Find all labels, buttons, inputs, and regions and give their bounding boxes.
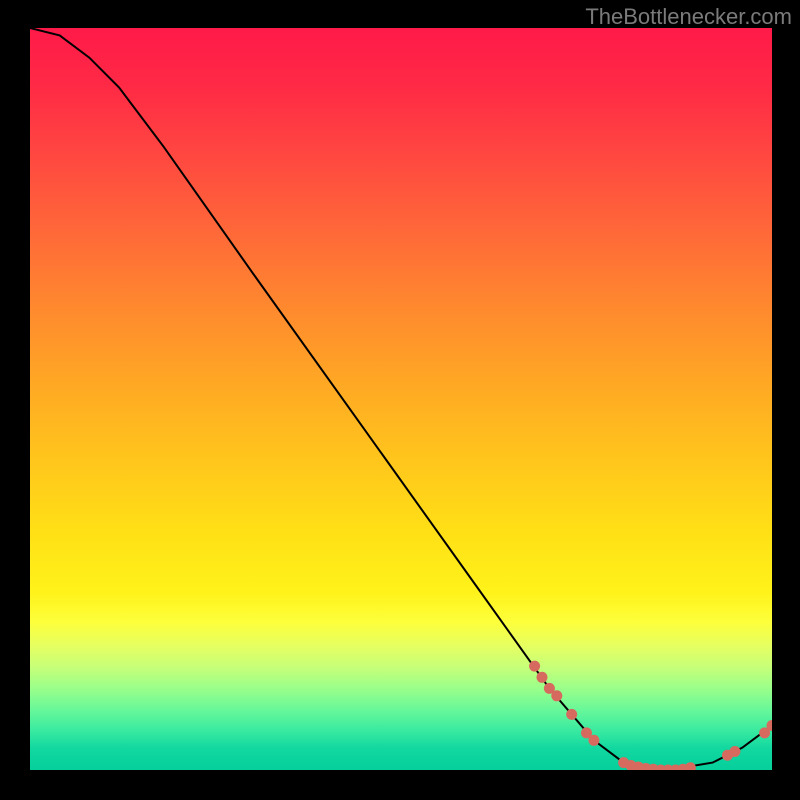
chart-plot-area	[30, 28, 772, 770]
chart-marker	[566, 709, 577, 720]
chart-curve	[30, 28, 772, 770]
chart-marker	[685, 762, 696, 770]
chart-marker	[551, 690, 562, 701]
attribution-text: TheBottlenecker.com	[585, 4, 792, 30]
chart-marker	[729, 746, 740, 757]
chart-marker	[529, 661, 540, 672]
chart-marker	[537, 672, 548, 683]
chart-markers	[529, 661, 772, 770]
chart-marker	[588, 735, 599, 746]
chart-svg	[30, 28, 772, 770]
